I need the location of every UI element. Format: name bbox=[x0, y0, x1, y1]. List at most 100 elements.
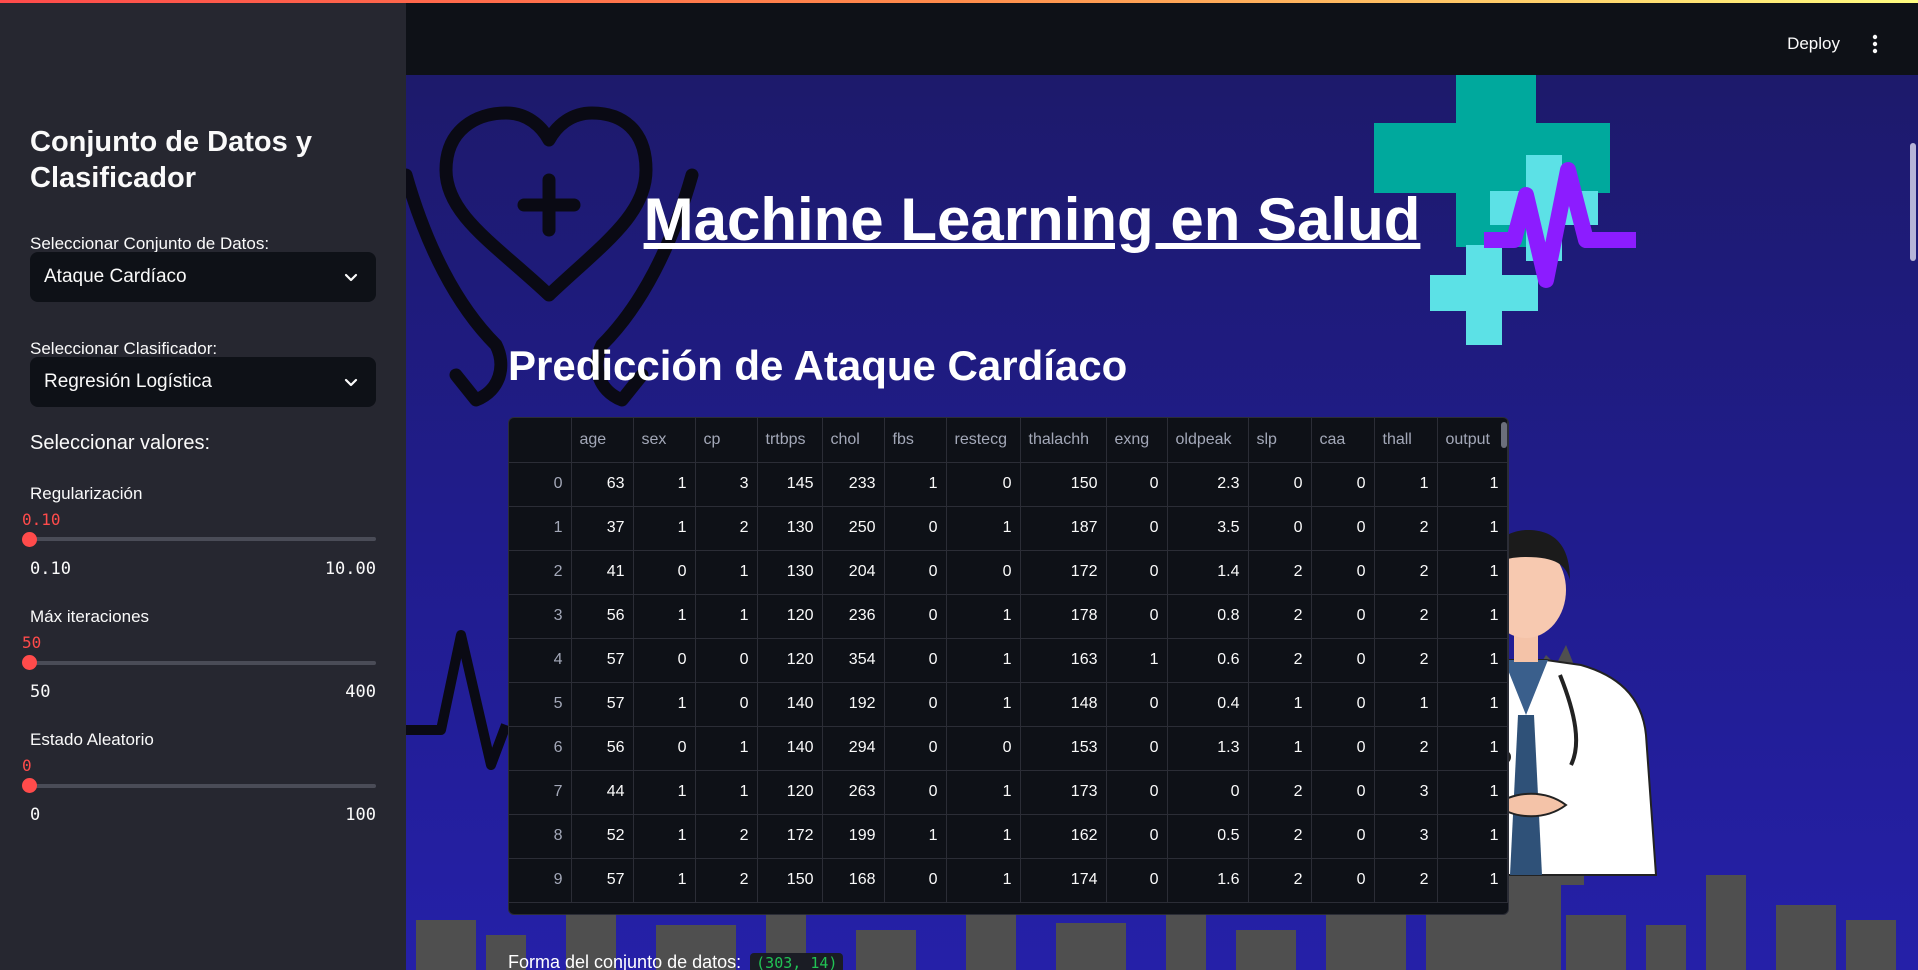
table-cell[interactable]: 37 bbox=[571, 506, 634, 551]
table-cell[interactable]: 2 bbox=[1374, 638, 1438, 683]
table-cell[interactable]: 1.3 bbox=[1167, 726, 1249, 771]
table-cell[interactable]: 1 bbox=[633, 682, 696, 727]
table-row-index[interactable]: 7 bbox=[509, 770, 572, 815]
table-row-index[interactable]: 9 bbox=[509, 858, 572, 903]
table-cell[interactable]: 3 bbox=[695, 462, 758, 507]
table-cell[interactable]: 0 bbox=[884, 682, 947, 727]
table-cell[interactable]: 1 bbox=[884, 814, 947, 859]
table-cell[interactable]: 236 bbox=[822, 594, 885, 639]
table-cell[interactable]: 199 bbox=[822, 814, 885, 859]
regularization-slider-thumb[interactable] bbox=[22, 532, 37, 547]
table-cell[interactable]: 1 bbox=[633, 594, 696, 639]
table-cell[interactable]: 2 bbox=[695, 506, 758, 551]
table-cell[interactable]: 150 bbox=[1020, 462, 1107, 507]
table-row-index[interactable]: 0 bbox=[509, 462, 572, 507]
table-cell[interactable]: 0.5 bbox=[1167, 814, 1249, 859]
table-cell[interactable]: 1 bbox=[946, 594, 1021, 639]
table-column-header[interactable]: slp bbox=[1248, 418, 1312, 463]
table-cell[interactable]: 1 bbox=[1374, 682, 1438, 727]
table-cell[interactable]: 0 bbox=[633, 550, 696, 595]
table-cell[interactable]: 2 bbox=[695, 858, 758, 903]
table-column-header[interactable]: output bbox=[1437, 418, 1508, 463]
table-cell[interactable]: 1 bbox=[1374, 462, 1438, 507]
table-cell[interactable]: 2 bbox=[695, 814, 758, 859]
data-table[interactable]: age sex cp trtbps chol fbs restecg thalachh exng… bbox=[508, 417, 1509, 915]
table-cell[interactable]: 0 bbox=[1106, 462, 1168, 507]
table-cell[interactable]: 150 bbox=[757, 858, 823, 903]
table-cell[interactable]: 0 bbox=[1248, 462, 1312, 507]
table-column-header[interactable]: thall bbox=[1374, 418, 1438, 463]
table-row-index[interactable]: 2 bbox=[509, 550, 572, 595]
table-cell[interactable]: 163 bbox=[1020, 638, 1107, 683]
table-cell[interactable]: 0 bbox=[1311, 550, 1375, 595]
table-cell[interactable]: 3 bbox=[1374, 814, 1438, 859]
table-column-header[interactable]: exng bbox=[1106, 418, 1168, 463]
kebab-menu-icon[interactable] bbox=[1872, 34, 1878, 54]
table-cell[interactable]: 0 bbox=[633, 726, 696, 771]
table-cell[interactable]: 1.6 bbox=[1167, 858, 1249, 903]
table-cell[interactable]: 0 bbox=[884, 726, 947, 771]
table-cell[interactable]: 0 bbox=[1106, 726, 1168, 771]
table-cell[interactable]: 2 bbox=[1248, 550, 1312, 595]
table-cell[interactable]: 0 bbox=[1106, 770, 1168, 815]
random-state-slider-track[interactable] bbox=[30, 784, 376, 788]
table-cell[interactable]: 233 bbox=[822, 462, 885, 507]
table-cell[interactable]: 120 bbox=[757, 770, 823, 815]
table-cell[interactable]: 1 bbox=[1437, 506, 1508, 551]
table-cell[interactable]: 153 bbox=[1020, 726, 1107, 771]
table-cell[interactable]: 0.4 bbox=[1167, 682, 1249, 727]
dataset-select[interactable]: Ataque Cardíaco bbox=[30, 252, 376, 302]
table-scrollbar[interactable] bbox=[1501, 422, 1507, 448]
table-cell[interactable]: 1 bbox=[884, 462, 947, 507]
table-cell[interactable]: 57 bbox=[571, 858, 634, 903]
table-cell[interactable]: 2 bbox=[1374, 858, 1438, 903]
table-cell[interactable]: 1 bbox=[1248, 726, 1312, 771]
deploy-button[interactable]: Deploy bbox=[1787, 34, 1840, 54]
table-cell[interactable]: 120 bbox=[757, 594, 823, 639]
table-cell[interactable]: 56 bbox=[571, 726, 634, 771]
table-cell[interactable]: 173 bbox=[1020, 770, 1107, 815]
max-iterations-slider-track[interactable] bbox=[30, 661, 376, 665]
table-cell[interactable]: 0.8 bbox=[1167, 594, 1249, 639]
table-cell[interactable]: 41 bbox=[571, 550, 634, 595]
random-state-slider-thumb[interactable] bbox=[22, 778, 37, 793]
table-cell[interactable]: 3 bbox=[1374, 770, 1438, 815]
table-cell[interactable]: 0 bbox=[884, 594, 947, 639]
table-row-index[interactable]: 1 bbox=[509, 506, 572, 551]
table-cell[interactable]: 0 bbox=[1106, 814, 1168, 859]
table-cell[interactable]: 0 bbox=[1106, 550, 1168, 595]
table-cell[interactable]: 0 bbox=[633, 638, 696, 683]
table-cell[interactable]: 1 bbox=[946, 506, 1021, 551]
table-cell[interactable]: 0 bbox=[1311, 506, 1375, 551]
table-cell[interactable]: 57 bbox=[571, 638, 634, 683]
table-column-header[interactable]: oldpeak bbox=[1167, 418, 1249, 463]
table-cell[interactable]: 1 bbox=[1248, 682, 1312, 727]
table-cell[interactable]: 2 bbox=[1374, 550, 1438, 595]
table-cell[interactable]: 0 bbox=[884, 770, 947, 815]
table-cell[interactable]: 1 bbox=[1437, 594, 1508, 639]
table-cell[interactable]: 1 bbox=[1437, 550, 1508, 595]
table-cell[interactable]: 0 bbox=[1311, 858, 1375, 903]
table-cell[interactable]: 2 bbox=[1248, 858, 1312, 903]
table-cell[interactable]: 250 bbox=[822, 506, 885, 551]
table-column-header[interactable]: chol bbox=[822, 418, 885, 463]
table-cell[interactable]: 130 bbox=[757, 506, 823, 551]
table-cell[interactable]: 0 bbox=[884, 550, 947, 595]
table-cell[interactable]: 0 bbox=[1106, 682, 1168, 727]
table-column-header[interactable]: caa bbox=[1311, 418, 1375, 463]
table-cell[interactable]: 1 bbox=[633, 506, 696, 551]
table-cell[interactable]: 0 bbox=[1311, 594, 1375, 639]
main-scrollbar[interactable] bbox=[1910, 143, 1916, 261]
table-cell[interactable]: 0 bbox=[1311, 682, 1375, 727]
table-cell[interactable]: 2 bbox=[1248, 814, 1312, 859]
table-cell[interactable]: 0 bbox=[884, 858, 947, 903]
table-column-header[interactable]: age bbox=[571, 418, 634, 463]
table-cell[interactable]: 1 bbox=[946, 858, 1021, 903]
table-cell[interactable]: 0 bbox=[1106, 858, 1168, 903]
table-cell[interactable]: 1 bbox=[946, 770, 1021, 815]
table-cell[interactable]: 192 bbox=[822, 682, 885, 727]
table-cell[interactable]: 0 bbox=[1248, 506, 1312, 551]
table-cell[interactable]: 168 bbox=[822, 858, 885, 903]
table-row-index[interactable]: 6 bbox=[509, 726, 572, 771]
table-cell[interactable]: 1 bbox=[1437, 682, 1508, 727]
